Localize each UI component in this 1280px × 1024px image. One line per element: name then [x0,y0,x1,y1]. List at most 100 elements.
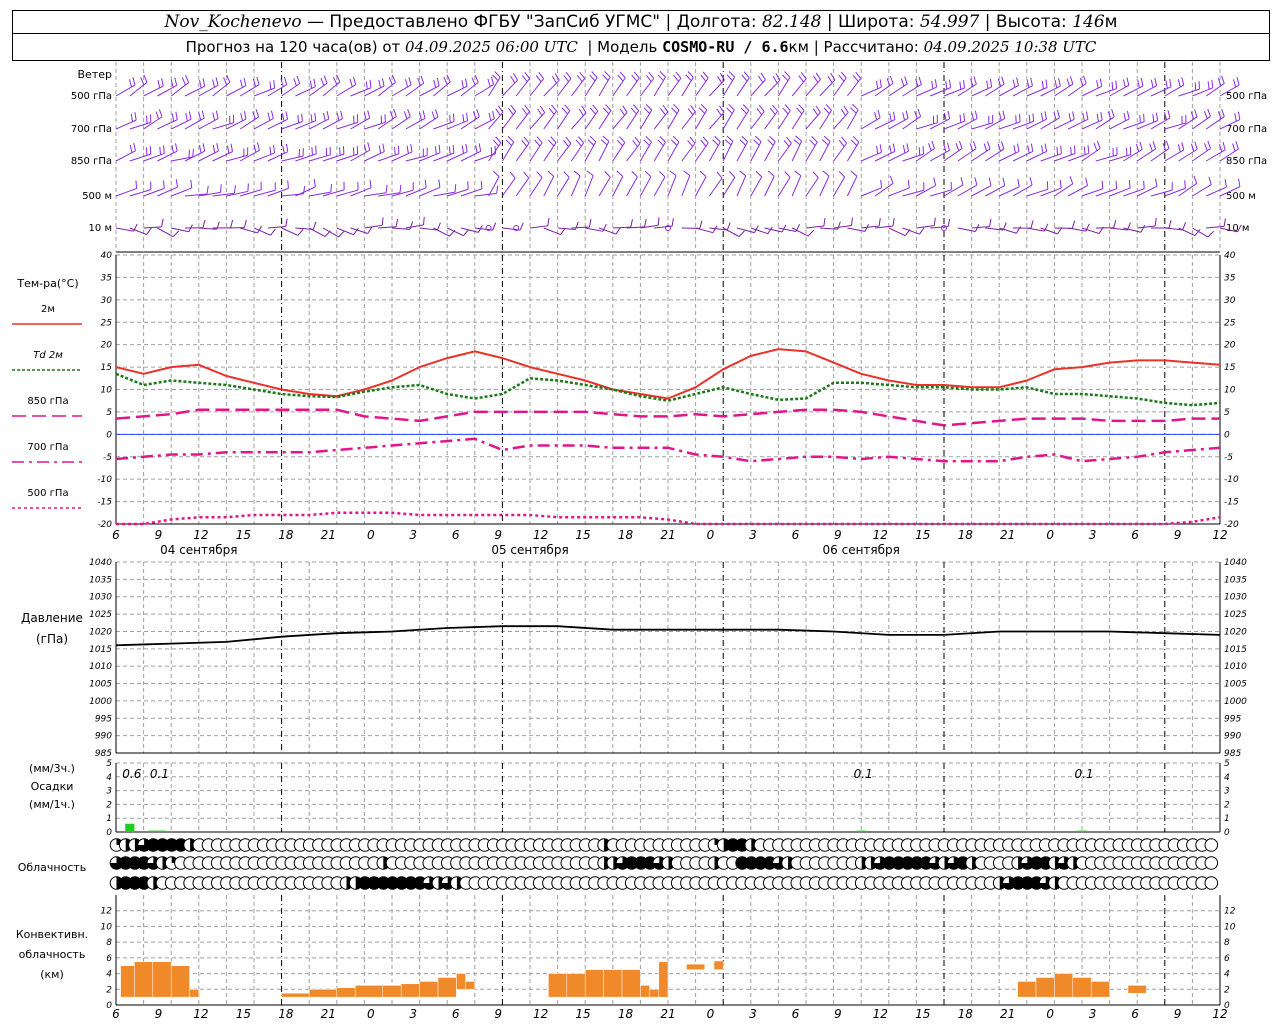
pressure-ytick-right: 1015 [1224,645,1247,655]
wind-barb-feather [675,71,682,79]
wind-barb-feather [823,107,830,115]
temp-ytick-left: 20 [101,341,113,351]
conv-bar [354,985,384,998]
wind-barb-shaft [833,176,846,197]
wind-barb-feather [631,170,638,178]
wind-barb-shaft [736,175,747,197]
wind-barb-feather [185,113,188,122]
conv-time-tick: 9 [155,1007,163,1021]
conv-ytick-left: 10 [101,922,113,932]
wind-barb-feather [1140,224,1146,233]
wind-barb-shaft [847,78,862,97]
wind-barb-feather [1030,220,1034,229]
wind-barb-feather [490,147,493,156]
wind-barb-feather [510,104,517,112]
temp-time-tick: 21 [321,528,336,542]
wind-barb-feather [579,71,586,79]
wind-barb-feather [381,217,384,226]
wind-barb-feather [852,103,859,111]
wind-barb-feather [945,81,948,90]
wind-barb-feather [602,74,609,81]
pressure-ytick-right: 1010 [1224,662,1247,672]
wind-barb-feather [1070,146,1072,155]
wind-barb-feather [1001,76,1005,85]
wind-barb-feather [256,76,260,85]
wind-barb-feather [436,77,440,86]
wind-barb-shaft [639,176,652,197]
wind-barb-feather [475,145,478,154]
wind-barb-shaft [543,79,560,97]
wind-barb-feather [565,71,572,79]
wind-barb-feather [760,72,766,80]
wind-barb-feather [589,74,596,82]
temp-ytick-left: 40 [101,251,113,261]
wind-barb-shaft [446,227,464,237]
wind-barb-feather [521,75,528,83]
wind-barb-feather [293,78,297,86]
conv-bar [152,961,172,998]
wind-barb-feather [631,74,638,82]
wind-barb-shaft [860,117,881,130]
precip-label: 0.6 [122,767,141,781]
wind-barb-feather [399,184,402,193]
wind-barb-feather [997,143,1002,152]
wind-barb-feather [700,103,708,111]
wind-barb-feather [739,170,747,177]
precip-title: Осадки [31,780,74,793]
wind-barb-feather [742,104,750,111]
wind-barb-feather [933,217,936,226]
wind-barb-shaft [295,86,316,97]
wind-barb-shaft [308,82,328,97]
wind-barb-feather [1068,113,1072,122]
temp-time-tick: 6 [452,528,460,542]
wind-barb-feather [1182,222,1187,231]
wind-barb-feather [728,171,736,178]
wind-barb-feather [323,75,328,84]
wind-barb-feather [852,136,860,143]
temp-time-tick: 6 [792,528,800,542]
wind-barb-feather [1041,145,1044,154]
wind-barb-feather [243,111,247,120]
wind-barb-feather [548,139,555,147]
wind-barb-feather [367,110,371,119]
temp-time-tick: 18 [618,528,634,542]
wind-barb-feather [1058,78,1061,87]
wind-barb-feather [407,108,411,117]
wind-barb-feather [578,136,585,144]
wind-barb-feather [1168,220,1172,229]
wind-barb-feather [673,103,680,111]
wind-barb-feather [1054,80,1058,89]
wind-barb-shaft [847,227,866,232]
wind-barb-shaft [115,150,136,162]
pressure-ytick-right: 1005 [1224,680,1247,690]
conv-time-tick: 6 [112,1007,120,1021]
wind-barb-feather [843,105,849,113]
wind-barb-feather [492,222,497,231]
conv-time-tick: 6 [792,1007,800,1021]
precip-label: 0.1 [854,767,873,781]
wind-barb-feather [315,145,317,154]
wind-barb-feather [689,136,696,144]
temp-ytick-left: -15 [97,498,112,508]
temp-time-tick: 15 [236,528,251,542]
wind-barb-shaft [502,111,517,130]
wind-barb-feather [659,71,666,78]
wind-barb-feather [215,77,219,86]
precip-ytick-right: 4 [1224,773,1230,783]
wind-barb-feather [1073,145,1076,154]
conv-time-tick: 12 [193,1007,208,1021]
wind-barb-feather [243,219,247,228]
wind-barb-feather [801,72,807,80]
wind-barb-feather [1184,180,1186,189]
wind-barb-feather [702,136,709,144]
wind-barb-feather [406,145,409,154]
wind-barb-feather [1233,79,1237,88]
wind-barb-feather [1169,78,1172,87]
wind-barb-feather [135,180,138,189]
wind-barb-feather [185,75,190,83]
temp-time-tick: 21 [1000,528,1015,542]
wind-barb-feather [850,170,858,177]
wind-barb-shaft [584,175,594,197]
wind-barb-feather [782,107,789,115]
wind-barb-feather [523,171,530,179]
